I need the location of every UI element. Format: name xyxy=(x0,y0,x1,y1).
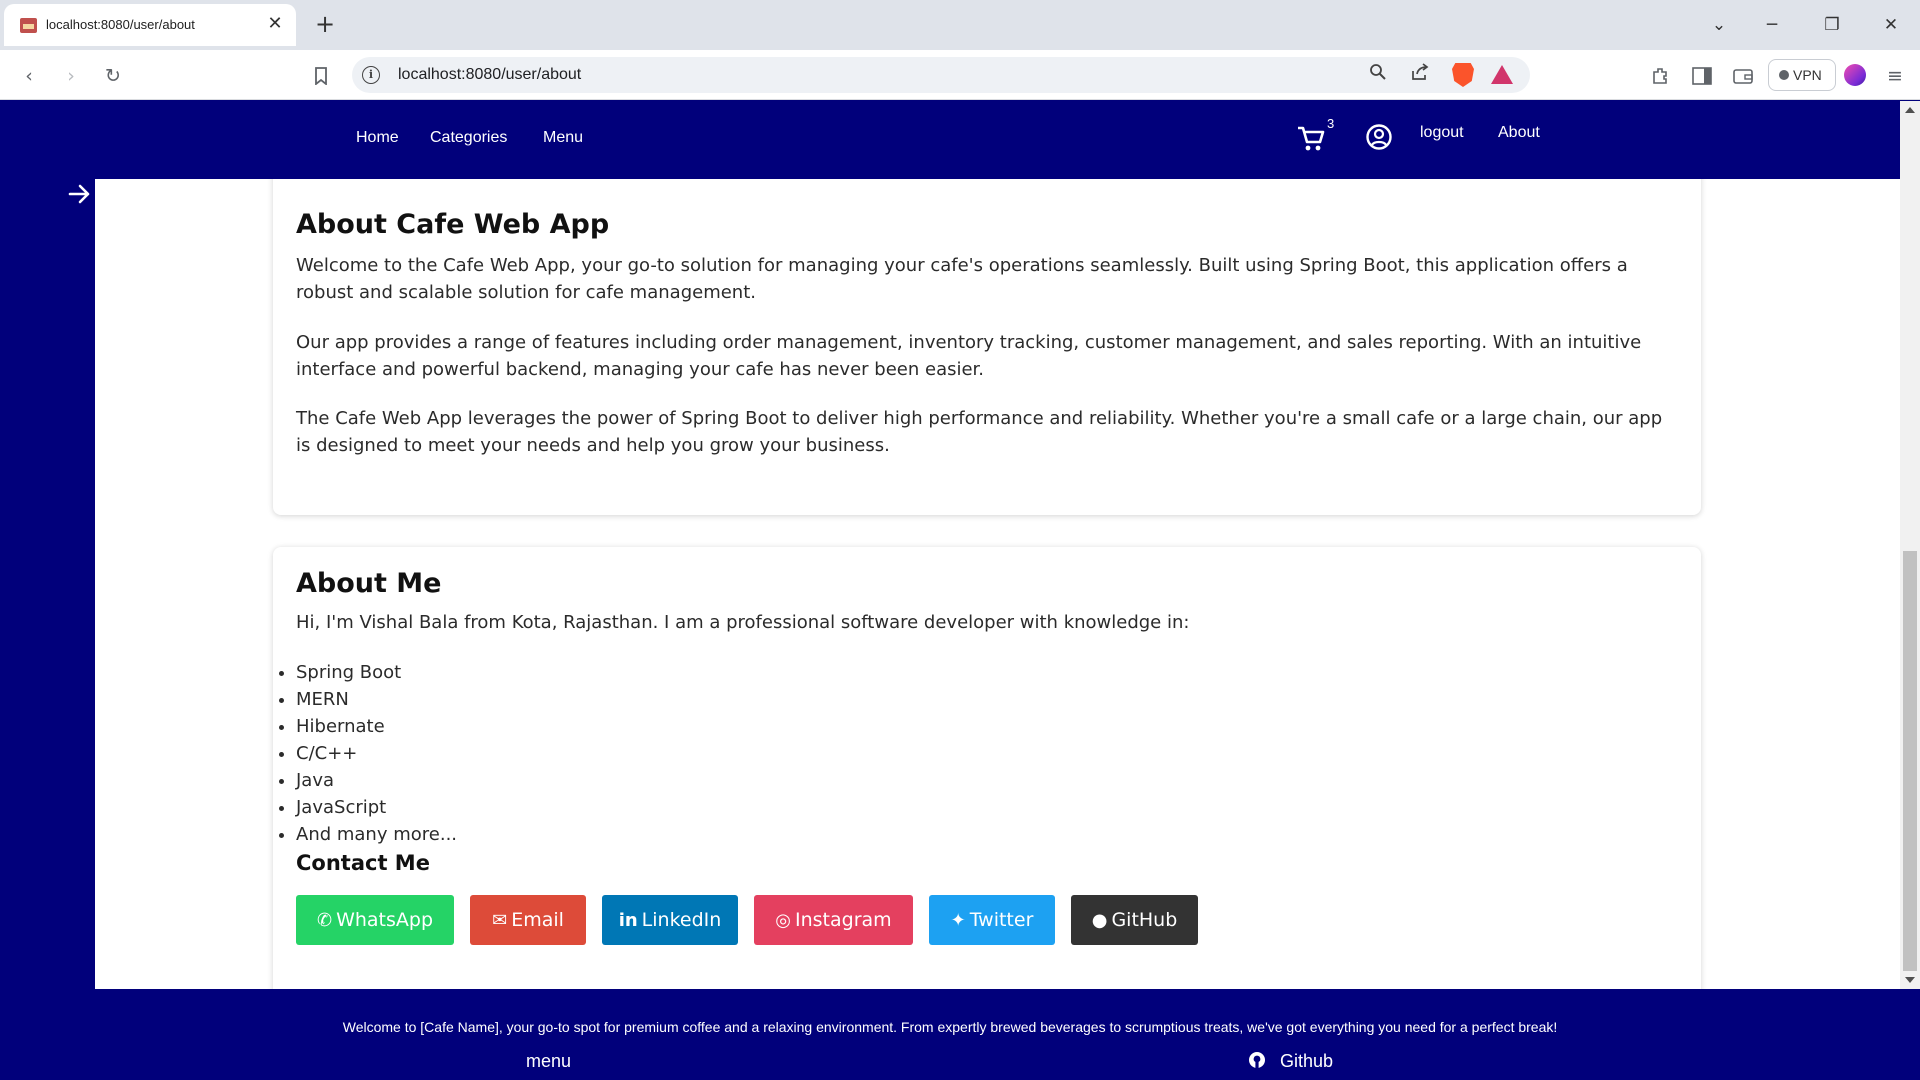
brave-shield-icon[interactable] xyxy=(1452,63,1474,87)
nav-menu-link[interactable]: Menu xyxy=(543,129,583,147)
linkedin-button[interactable]: in LinkedIn xyxy=(602,895,738,945)
tab-search-icon[interactable]: ⌄ xyxy=(1704,10,1734,40)
page-scrollbar[interactable] xyxy=(1900,101,1920,989)
linkedin-icon: in xyxy=(618,910,638,931)
new-tab-button[interactable]: + xyxy=(312,12,338,38)
skill-item: MERN xyxy=(296,686,1671,713)
url-text[interactable]: localhost:8080/user/about xyxy=(398,66,581,84)
site-footer: Welcome to [Cafe Name], your go-to spot … xyxy=(0,989,1920,1080)
github-icon: ● xyxy=(1091,910,1108,931)
skill-item: Hibernate xyxy=(296,713,1671,740)
footer-github-icon[interactable] xyxy=(1248,1051,1266,1074)
skill-item: Java xyxy=(296,767,1671,794)
nav-categories-link[interactable]: Categories xyxy=(430,129,507,147)
vpn-button[interactable]: VPN xyxy=(1768,59,1836,91)
footer-welcome-text: Welcome to [Cafe Name], your go-to spot … xyxy=(342,1019,1558,1035)
about-app-paragraph-2: Our app provides a range of features inc… xyxy=(296,332,1642,380)
twitter-button[interactable]: ✦ Twitter xyxy=(929,895,1055,945)
tab-close-button[interactable]: ✕ xyxy=(264,13,286,35)
scroll-down-arrow-icon[interactable] xyxy=(1905,977,1915,983)
reload-icon[interactable]: ↻ xyxy=(98,61,128,91)
whatsapp-label: WhatsApp xyxy=(336,909,434,931)
browser-toolbar: ‹ › ↻ i localhost:8080/user/about VPN ≡ xyxy=(0,50,1920,100)
about-app-card: About Cafe Web App Welcome to the Cafe W… xyxy=(273,179,1701,515)
footer-menu-link[interactable]: menu xyxy=(526,1051,571,1072)
tab-title: localhost:8080/user/about xyxy=(46,17,195,32)
skills-list: Spring Boot MERN Hibernate C/C++ Java Ja… xyxy=(296,659,1671,848)
restore-button[interactable]: ❐ xyxy=(1817,10,1847,40)
instagram-icon: ◎ xyxy=(775,910,792,931)
github-button[interactable]: ● GitHub xyxy=(1071,895,1198,945)
instagram-button[interactable]: ◎ Instagram xyxy=(754,895,913,945)
zoom-icon[interactable] xyxy=(1366,63,1390,87)
main-content: About Cafe Web App Welcome to the Cafe W… xyxy=(95,179,1900,989)
back-icon[interactable]: ‹ xyxy=(14,61,44,91)
twitter-icon: ✦ xyxy=(950,910,966,931)
leo-icon[interactable] xyxy=(1844,64,1866,86)
skill-item: And many more... xyxy=(296,821,1671,848)
wallet-icon[interactable] xyxy=(1728,61,1758,91)
minimize-button[interactable]: ─ xyxy=(1757,10,1787,40)
about-link[interactable]: About xyxy=(1498,124,1540,142)
twitter-label: Twitter xyxy=(969,909,1034,931)
email-button[interactable]: ✉ Email xyxy=(470,895,586,945)
address-bar[interactable]: i localhost:8080/user/about xyxy=(352,57,1530,93)
instagram-label: Instagram xyxy=(795,909,892,931)
skill-item: JavaScript xyxy=(296,794,1671,821)
whatsapp-icon: ✆ xyxy=(316,910,333,931)
vpn-label: VPN xyxy=(1793,67,1822,83)
nav-home-link[interactable]: Home xyxy=(356,129,399,147)
bookmark-icon[interactable] xyxy=(306,61,336,91)
vpn-status-icon xyxy=(1779,70,1789,80)
whatsapp-button[interactable]: ✆ WhatsApp xyxy=(296,895,454,945)
sidebar-icon[interactable] xyxy=(1687,61,1717,91)
about-app-paragraph-3: The Cafe Web App leverages the power of … xyxy=(296,408,1663,456)
footer-github-link[interactable]: Github xyxy=(1280,1051,1333,1072)
scroll-up-arrow-icon[interactable] xyxy=(1905,107,1915,113)
about-me-intro: Hi, I'm Vishal Bala from Kota, Rajasthan… xyxy=(296,612,1190,633)
close-window-button[interactable]: ✕ xyxy=(1876,10,1906,40)
sidebar-toggle-arrow-icon[interactable] xyxy=(66,180,94,208)
browser-tabstrip: localhost:8080/user/about ✕ + ⌄ ─ ❐ ✕ xyxy=(0,0,1920,50)
contact-buttons: ✆ WhatsApp ✉ Email in LinkedIn ◎ Instagram ✦… xyxy=(296,895,1671,947)
user-account-icon[interactable] xyxy=(1365,123,1393,151)
about-app-paragraph-1: Welcome to the Cafe Web App, your go-to … xyxy=(296,255,1628,303)
favicon-icon xyxy=(20,18,37,33)
envelope-icon: ✉ xyxy=(492,910,508,931)
about-app-title: About Cafe Web App xyxy=(296,209,610,240)
menu-icon[interactable]: ≡ xyxy=(1880,61,1910,91)
email-label: Email xyxy=(511,909,564,931)
brave-rewards-icon[interactable] xyxy=(1491,65,1513,84)
share-icon[interactable] xyxy=(1408,63,1432,87)
github-label: GitHub xyxy=(1111,909,1178,931)
info-icon[interactable]: i xyxy=(362,66,380,84)
scrollbar-thumb[interactable] xyxy=(1903,551,1917,971)
skill-item: C/C++ xyxy=(296,740,1671,767)
about-me-title: About Me xyxy=(296,568,442,599)
contact-me-title: Contact Me xyxy=(296,851,430,875)
forward-icon[interactable]: › xyxy=(56,61,86,91)
extensions-icon[interactable] xyxy=(1646,61,1676,91)
linkedin-label: LinkedIn xyxy=(641,909,722,931)
browser-tab[interactable]: localhost:8080/user/about ✕ xyxy=(4,4,296,46)
cart-count-badge: 3 xyxy=(1327,116,1335,131)
about-me-card: About Me Hi, I'm Vishal Bala from Kota, … xyxy=(273,547,1701,989)
site-navbar: Home Categories Menu 3 logout About xyxy=(0,101,1900,179)
logout-link[interactable]: logout xyxy=(1420,124,1464,142)
skill-item: Spring Boot xyxy=(296,659,1671,686)
cart-icon[interactable] xyxy=(1296,123,1326,153)
